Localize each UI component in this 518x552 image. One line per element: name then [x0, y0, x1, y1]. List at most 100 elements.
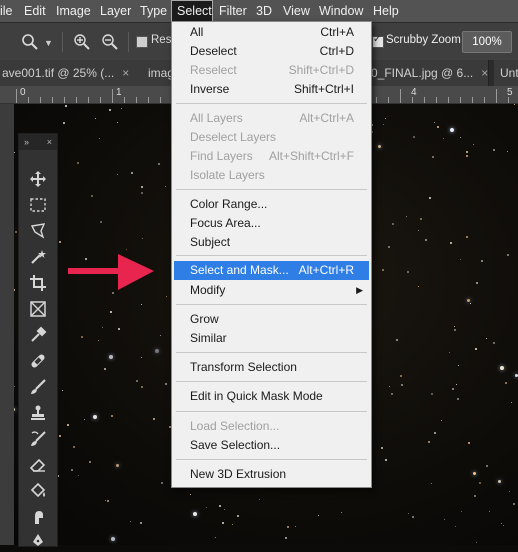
menu-item-color-range[interactable]: Color Range... — [172, 195, 371, 214]
menu-item-quick-mask[interactable]: Edit in Quick Mask Mode — [172, 387, 371, 406]
collapse-panel-icon[interactable]: » — [24, 137, 29, 147]
star — [476, 542, 477, 543]
select-menu-dropdown: All Ctrl+A Deselect Ctrl+D Reselect Shift+C… — [171, 21, 372, 488]
star — [507, 151, 508, 152]
menu-item-transform-selection[interactable]: Transform Selection — [172, 358, 371, 377]
star — [98, 340, 99, 341]
menu-item-select-and-mask[interactable]: Select and Mask... Alt+Ctrl+R — [174, 261, 369, 280]
star — [160, 335, 161, 336]
star — [420, 218, 422, 220]
star — [475, 348, 477, 350]
eyedropper-tool-icon[interactable] — [26, 324, 50, 346]
frame-tool-icon[interactable] — [26, 298, 50, 320]
crop-tool-icon[interactable] — [26, 272, 50, 294]
ruler-tick — [496, 89, 497, 103]
star — [166, 296, 167, 297]
document-tab[interactable]: Unt — [494, 60, 518, 86]
vertical-ruler — [0, 104, 14, 545]
history-brush-tool-icon[interactable] — [26, 428, 50, 450]
menu-item-similar[interactable]: Similar — [172, 329, 371, 348]
menu-view[interactable]: View — [283, 0, 310, 22]
menu-3d[interactable]: 3D — [256, 0, 272, 22]
tools-panel-header[interactable]: » × — [19, 134, 57, 150]
menu-filter[interactable]: Filter — [219, 0, 247, 22]
menu-separator — [176, 255, 367, 256]
star — [513, 503, 515, 505]
menu-item-deselect[interactable]: Deselect Ctrl+D — [172, 42, 371, 61]
star — [437, 126, 439, 128]
menu-item-modify[interactable]: Modify ▶ — [172, 281, 371, 300]
star — [77, 162, 79, 164]
close-icon[interactable]: × — [122, 66, 129, 80]
menu-item-reselect: Reselect Shift+Ctrl+D — [190, 63, 354, 77]
menu-help[interactable]: Help — [373, 0, 399, 22]
menu-layer[interactable]: Layer — [100, 0, 131, 22]
menu-item-grow[interactable]: Grow — [172, 310, 371, 329]
star — [514, 104, 515, 105]
zoom-100-button[interactable]: 100% — [462, 31, 512, 53]
document-tab[interactable]: ave001.tif @ 25% (... × — [0, 60, 144, 86]
star — [141, 357, 142, 358]
menu-separator — [176, 304, 367, 305]
star — [444, 519, 445, 520]
ruler-tick — [148, 97, 149, 103]
scrubby-zoom-checkbox[interactable] — [372, 34, 384, 48]
star — [112, 292, 114, 294]
star — [479, 482, 481, 484]
close-icon[interactable]: × — [481, 66, 488, 80]
star — [295, 526, 296, 527]
pen-tool-icon[interactable] — [26, 530, 50, 552]
close-panel-icon[interactable]: × — [47, 134, 52, 150]
magic-wand-tool-icon[interactable] — [26, 246, 50, 268]
move-tool-icon[interactable] — [26, 168, 50, 190]
ruler-number: 1 — [116, 87, 122, 98]
marquee-tool-icon[interactable] — [26, 194, 50, 216]
menu-select[interactable]: Select — [171, 0, 213, 22]
star — [141, 186, 143, 188]
tab-title: 0_FINAL.jpg @ 6... — [371, 66, 474, 80]
menu-image[interactable]: Image — [56, 0, 91, 22]
star — [466, 236, 468, 238]
clone-stamp-tool-icon[interactable] — [26, 402, 50, 424]
star — [165, 186, 166, 187]
star — [466, 151, 468, 153]
star — [219, 505, 221, 507]
star — [434, 432, 436, 434]
menu-item-deselect-layers: Deselect Layers — [190, 130, 277, 144]
star — [489, 511, 490, 512]
zoom-tool-icon[interactable] — [18, 31, 42, 53]
menu-item-inverse[interactable]: Inverse Shift+Ctrl+I — [172, 80, 371, 99]
submenu-arrow-icon: ▶ — [356, 285, 363, 295]
star — [474, 495, 476, 497]
lasso-tool-icon[interactable] — [26, 220, 50, 242]
menu-edit[interactable]: Edit — [24, 0, 46, 22]
healing-brush-tool-icon[interactable] — [26, 350, 50, 372]
menu-window[interactable]: Window — [319, 0, 363, 22]
ruler-tick — [508, 97, 509, 103]
star — [443, 138, 444, 139]
menu-item-save-selection[interactable]: Save Selection... — [172, 436, 371, 455]
menu-file[interactable]: ile — [0, 0, 13, 22]
star — [454, 329, 456, 331]
document-tab[interactable]: 0_FINAL.jpg @ 6... × — [371, 60, 489, 86]
paint-bucket-tool-icon[interactable] — [26, 480, 50, 502]
zoom-in-icon[interactable] — [70, 31, 94, 53]
smudge-tool-icon[interactable] — [26, 506, 50, 528]
star — [457, 398, 459, 400]
menu-separator — [176, 411, 367, 412]
menu-item-new-3d-extrusion[interactable]: New 3D Extrusion — [172, 465, 371, 484]
options-divider — [128, 32, 129, 52]
menu-type[interactable]: Type — [140, 0, 167, 22]
star — [406, 216, 407, 217]
resize-windows-checkbox[interactable] — [136, 36, 148, 48]
star — [81, 336, 83, 338]
zoom-out-icon[interactable] — [98, 31, 122, 53]
tool-preset-chevron-icon[interactable]: ▼ — [44, 38, 53, 48]
menu-item-all[interactable]: All Ctrl+A — [172, 23, 371, 42]
menu-item-focus-area[interactable]: Focus Area... — [172, 214, 371, 233]
eraser-tool-icon[interactable] — [26, 454, 50, 476]
star — [141, 192, 143, 194]
brush-tool-icon[interactable] — [26, 376, 50, 398]
ruler-tick — [472, 97, 473, 103]
menu-item-subject[interactable]: Subject — [172, 233, 371, 252]
